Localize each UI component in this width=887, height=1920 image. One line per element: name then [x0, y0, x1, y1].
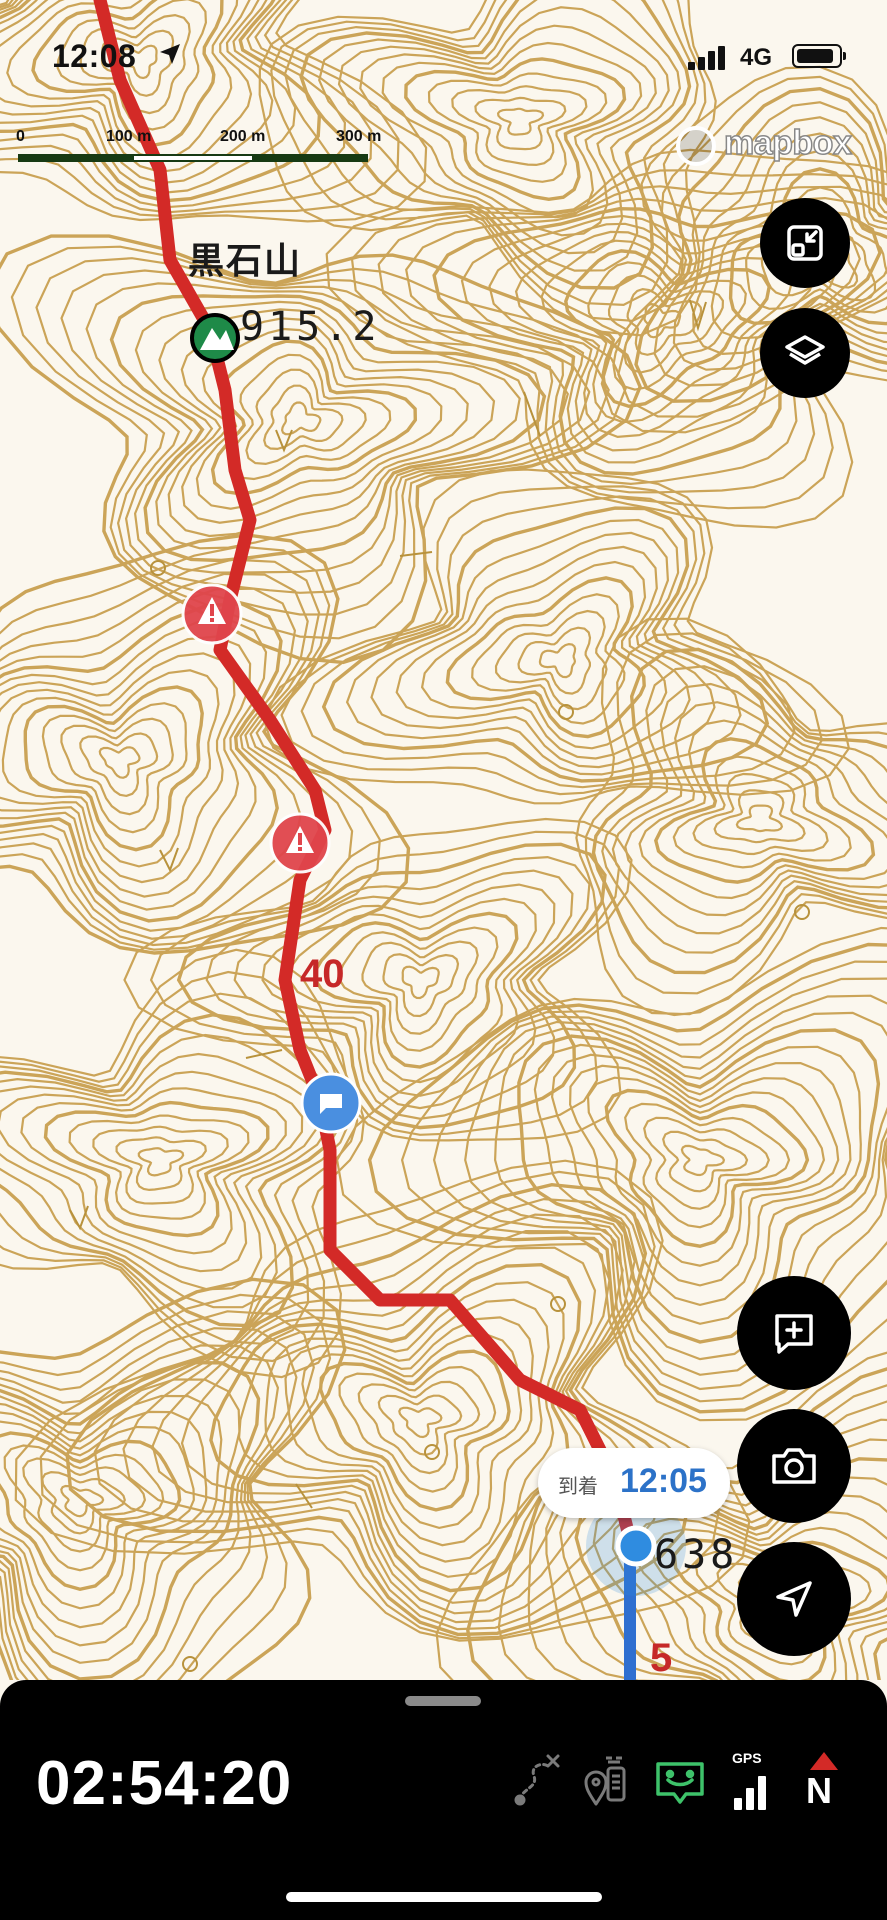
contour-line [401, 965, 440, 1000]
warning-marker[interactable] [181, 583, 243, 645]
locate-icon [776, 1581, 812, 1617]
peak-name: 黒石山 [188, 240, 303, 281]
locate-button[interactable] [737, 1542, 851, 1656]
phone-location-icon[interactable] [580, 1748, 636, 1812]
contour-line [587, 261, 747, 391]
mapbox-logo-icon [676, 126, 716, 166]
contour-line [735, 804, 784, 833]
contour-line [41, 1470, 126, 1535]
contour-line [361, 940, 479, 1035]
camera-icon [772, 1448, 816, 1484]
contour-line [280, 401, 322, 436]
contour-line [122, 1213, 635, 1624]
scale-label: 0 [16, 128, 25, 145]
contour-line [494, 609, 608, 711]
scale-label: 100 m [106, 128, 152, 145]
contour-line [60, 717, 174, 816]
compass-label: N [806, 1770, 832, 1811]
add-note-button[interactable] [737, 1276, 851, 1390]
eta-bubble[interactable]: 到着 12:05 [538, 1448, 730, 1518]
warning-marker[interactable] [269, 812, 331, 874]
elapsed-time: 02:54:20 [36, 1749, 293, 1818]
gps-label: GPS [732, 1750, 762, 1766]
contour-line [382, 953, 460, 1018]
network-type: 4G [740, 44, 773, 71]
fullscreen-icon [787, 225, 823, 261]
eta-label: 到着 [558, 1476, 598, 1498]
contour-line [550, 1053, 852, 1307]
battery-icon [792, 44, 846, 68]
scale-bar: 0 100 m 200 m 300 m [16, 128, 386, 168]
contour-line [643, 1116, 770, 1210]
contour-line [662, 1130, 749, 1193]
route-segment-number: 40 [300, 952, 345, 996]
peak-elevation: 915.2 [240, 304, 381, 350]
location-services-icon [160, 44, 180, 64]
contour-line [377, 1394, 463, 1456]
status-time: 12:08 [52, 38, 137, 74]
camera-button[interactable] [737, 1409, 851, 1523]
add-note-icon [775, 1314, 813, 1354]
contour-line [345, 518, 742, 776]
eta-time: 12:05 [620, 1462, 707, 1500]
gps-signal-icon[interactable]: GPS [724, 1748, 780, 1812]
contour-line [0, 572, 327, 940]
layers-button[interactable] [760, 308, 850, 398]
contour-line [0, 1293, 332, 1680]
comment-marker[interactable] [300, 1072, 362, 1134]
route-segment-number: 5 [650, 1636, 673, 1680]
contour-line [98, 746, 141, 779]
drag-handle[interactable] [405, 1696, 481, 1706]
peak-marker[interactable] [190, 313, 240, 363]
route-off-icon[interactable] [508, 1748, 564, 1812]
contour-line [564, 249, 771, 409]
mapbox-attribution[interactable]: mapbox [676, 123, 872, 168]
contour-line [496, 107, 545, 136]
fullscreen-button[interactable] [760, 198, 850, 288]
layers-icon [785, 335, 825, 365]
mapbox-wordmark: mapbox [723, 123, 852, 163]
message-icon[interactable] [652, 1748, 708, 1812]
contour-line [357, 1380, 481, 1475]
contour-line [245, 368, 367, 466]
north-compass-icon[interactable]: N [796, 1748, 852, 1812]
scale-label: 300 m [336, 128, 382, 145]
contour-line [263, 384, 344, 451]
contour-line [517, 626, 592, 695]
scale-label: 200 m [220, 128, 266, 145]
tracking-panel[interactable]: 02:54:20 GPS N [0, 1680, 887, 1920]
contour-line [137, 1147, 185, 1177]
spot-elevation: 638 [654, 1532, 739, 1578]
contour-line [0, 1310, 315, 1680]
contour-line [0, 1344, 280, 1680]
contour-line [338, 1365, 497, 1493]
status-bar: 12:08 4G [0, 0, 887, 110]
cellular-signal-icon [688, 46, 725, 70]
contour-line [0, 602, 283, 923]
contour-line [264, 1298, 550, 1563]
contour-line [398, 1406, 443, 1439]
home-indicator[interactable] [286, 1892, 602, 1902]
